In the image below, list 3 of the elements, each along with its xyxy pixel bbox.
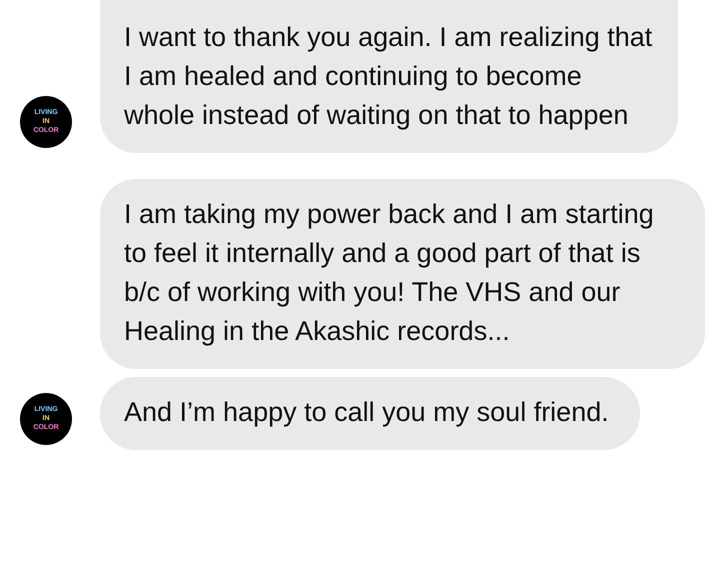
message-bubble: And I’m happy to call you my soul friend. (100, 377, 640, 450)
message-bubble: I am taking my power back and I am starting to feel it internally and a good part of that is b/c of working with you! The VHS and our Healing in the Akashic records... (100, 179, 705, 369)
message-bubble: I want to thank you again. I am realizing that I am healed and continuing to become whole instead of waiting on that to happen (100, 0, 678, 153)
